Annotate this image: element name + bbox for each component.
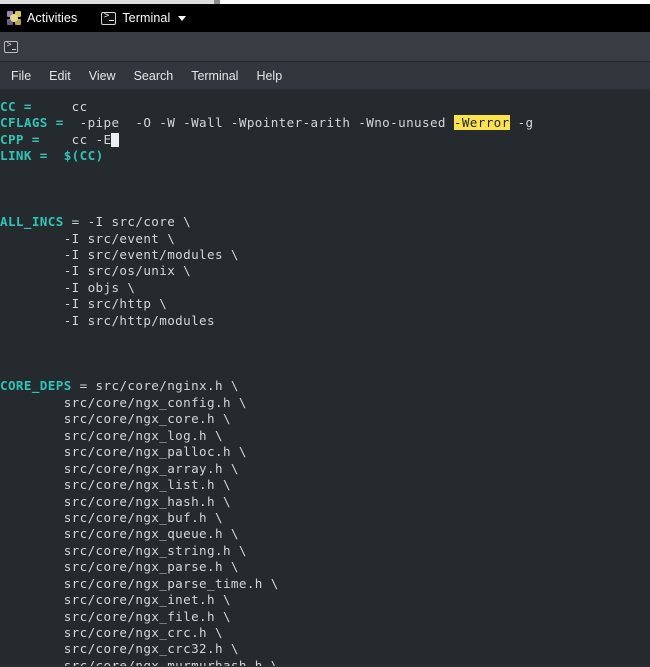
terminal-text-segment: = src/core/nginx.h \ <box>71 378 239 394</box>
makefile-variable: CC = <box>0 99 32 114</box>
app-menu-label: Terminal <box>122 11 171 25</box>
terminal-line: CC = cc <box>0 99 534 115</box>
terminal-text-segment: = -I src/core \ <box>63 214 192 230</box>
terminal-text-segment: src/core/ngx_palloc.h \ <box>0 444 247 460</box>
terminal-text-segment: src/core/ngx_hash.h \ <box>0 493 231 509</box>
terminal-line: -I src/http \ <box>0 296 534 312</box>
terminal-line: -I src/event \ <box>0 231 534 247</box>
terminal-line: -I objs \ <box>0 280 534 296</box>
terminal-text-segment: -I src/os/unix \ <box>0 263 192 279</box>
terminal-text-segment: -I src/http/modules <box>0 312 215 328</box>
makefile-variable: CFLAGS = <box>0 115 64 131</box>
terminal-line: src/core/ngx_hash.h \ <box>0 494 534 510</box>
terminal-line: src/core/ngx_crc.h \ <box>0 625 534 641</box>
menu-item-view[interactable]: View <box>80 62 125 90</box>
terminal-line: -I src/http/modules <box>0 313 534 329</box>
terminal-line: CORE_DEPS = src/core/nginx.h \ <box>0 378 534 394</box>
terminal-line: CPP = cc -E <box>0 132 534 148</box>
terminal-line: src/core/ngx_string.h \ <box>0 543 534 559</box>
terminal-text-segment: -I src/event/modules \ <box>0 246 239 262</box>
makefile-variable: CORE_DEPS <box>0 378 72 394</box>
terminal-text: CC = cc CFLAGS = -pipe -O -W -Wall -Wpoin… <box>0 99 534 666</box>
chevron-down-icon <box>178 15 187 21</box>
terminal-line: src/core/ngx_file.h \ <box>0 609 534 625</box>
search-highlight: -Werror <box>453 115 510 131</box>
menu-item-help[interactable]: Help <box>247 62 291 90</box>
terminal-text-segment: -I src/http \ <box>0 296 168 312</box>
pinwheel-icon <box>7 11 21 25</box>
terminal-line: src/core/ngx_core.h \ <box>0 411 534 427</box>
terminal-line: CFLAGS = -pipe -O -W -Wall -Wpointer-ari… <box>0 115 534 131</box>
terminal-line: src/core/ngx_queue.h \ <box>0 526 534 542</box>
window-titlebar[interactable] <box>0 32 650 62</box>
activities-button[interactable]: Activities <box>0 4 84 32</box>
terminal-text-segment: src/core/ngx_parse_time.h \ <box>0 575 279 591</box>
terminal-text-segment: src/core/ngx_file.h \ <box>0 608 231 624</box>
menubar: File Edit View Search Terminal Help <box>0 62 650 90</box>
terminal-line: src/core/ngx_murmurhash.h \ <box>0 658 534 666</box>
terminal-text-segment: src/core/ngx_murmurhash.h \ <box>0 657 279 666</box>
terminal-line: src/core/ngx_list.h \ <box>0 477 534 493</box>
terminal-line: src/core/ngx_inet.h \ <box>0 592 534 608</box>
menu-item-terminal[interactable]: Terminal <box>182 62 247 90</box>
terminal-text-segment: src/core/ngx_inet.h \ <box>0 592 231 608</box>
terminal-line: LINK = $(CC) <box>0 148 534 164</box>
terminal-text-segment: src/core/ngx_crc.h \ <box>0 625 223 640</box>
menu-item-edit[interactable]: Edit <box>40 62 80 90</box>
terminal-text-segment: src/core/ngx_config.h \ <box>0 394 247 410</box>
terminal-text-segment: src/core/ngx_crc32.h \ <box>0 641 239 657</box>
terminal-output-area[interactable]: CC = cc CFLAGS = -pipe -O -W -Wall -Wpoin… <box>0 90 650 666</box>
terminal-text-segment: cc <box>31 99 88 114</box>
makefile-variable: LINK = <box>0 148 48 164</box>
terminal-text-segment: -g <box>509 115 534 131</box>
terminal-line: src/core/ngx_palloc.h \ <box>0 444 534 460</box>
terminal-text-segment: src/core/ngx_list.h \ <box>0 477 231 493</box>
terminal-text-segment: -pipe -O -W -Wall -Wpointer-arith -Wno-u… <box>63 115 454 131</box>
terminal-window: File Edit View Search Terminal Help CC =… <box>0 32 650 667</box>
terminal-line: src/core/ngx_crc32.h \ <box>0 641 534 657</box>
terminal-line: src/core/ngx_log.h \ <box>0 428 534 444</box>
terminal-icon <box>101 10 117 25</box>
activities-label: Activities <box>27 11 78 25</box>
terminal-line: src/core/ngx_buf.h \ <box>0 510 534 526</box>
terminal-text-segment: -I src/event \ <box>0 230 176 246</box>
terminal-text-segment: src/core/ngx_queue.h \ <box>0 526 239 542</box>
terminal-text-segment: src/core/ngx_log.h \ <box>0 427 223 443</box>
makefile-variable: ALL_INCS <box>0 214 64 230</box>
terminal-text-segment: src/core/ngx_buf.h \ <box>0 509 223 525</box>
terminal-line: src/core/ngx_parse.h \ <box>0 559 534 575</box>
terminal-line: src/core/ngx_parse_time.h \ <box>0 576 534 592</box>
terminal-line: src/core/ngx_array.h \ <box>0 461 534 477</box>
menu-item-file[interactable]: File <box>2 62 40 90</box>
terminal-text-segment: cc -E <box>39 131 112 147</box>
terminal-text-segment: src/core/ngx_string.h \ <box>0 542 247 558</box>
text-cursor <box>111 132 120 147</box>
terminal-line: -I src/event/modules \ <box>0 247 534 263</box>
gnome-top-panel: Activities Terminal <box>0 4 650 32</box>
terminal-line: ALL_INCS = -I src/core \ <box>0 214 534 230</box>
app-menu-button[interactable]: Terminal <box>94 4 193 32</box>
menu-item-search[interactable]: Search <box>125 62 183 90</box>
terminal-line: src/core/ngx_config.h \ <box>0 395 534 411</box>
window-terminal-icon <box>4 39 18 53</box>
terminal-text-segment: -I objs \ <box>0 279 136 295</box>
terminal-text-segment: src/core/ngx_core.h \ <box>0 411 231 427</box>
terminal-text-segment: src/core/ngx_parse.h \ <box>0 559 239 575</box>
makefile-variable: $(CC) <box>63 148 104 164</box>
makefile-variable: CPP = <box>0 131 40 147</box>
terminal-text-segment: src/core/ngx_array.h \ <box>0 460 239 476</box>
terminal-line: -I src/os/unix \ <box>0 263 534 279</box>
